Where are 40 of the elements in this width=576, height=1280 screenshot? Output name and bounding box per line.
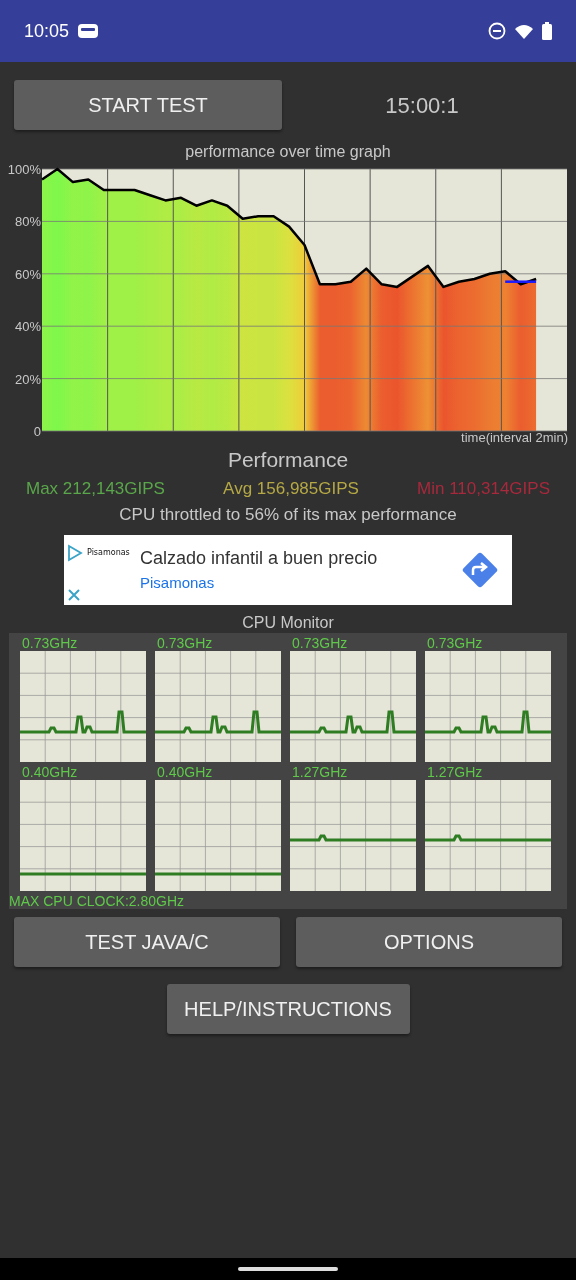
chart-title: performance over time graph	[185, 143, 391, 160]
home-handle[interactable]	[238, 1267, 338, 1271]
performance-title: Performance	[227, 448, 349, 471]
min-score: Min 110,314GIPS	[417, 477, 550, 500]
notification-icon	[77, 22, 100, 40]
y-axis-label: 80%	[14, 214, 41, 230]
app-button[interactable]: TEST JAVA/C	[14, 916, 280, 967]
core-frequency: 1.27GHz	[426, 763, 484, 780]
y-axis-label: 40%	[14, 319, 41, 335]
advertiser-logo: Pisamonas	[87, 546, 130, 559]
core-frequency: 0.73GHz	[156, 634, 214, 651]
y-axis-label: 0	[33, 424, 41, 439]
y-axis-label: 20%	[14, 371, 41, 387]
core-frequency: 0.40GHz	[156, 763, 214, 780]
core-frequency: 0.73GHz	[21, 634, 79, 651]
core-frequency: 0.73GHz	[291, 634, 349, 651]
status-time: 10:05	[24, 19, 70, 43]
average-score: Avg 156,985GIPS	[223, 477, 359, 500]
x-axis-label: time(interval 2min)	[461, 430, 568, 445]
do-not-disturb-icon	[488, 22, 506, 40]
battery-icon	[542, 22, 552, 40]
ad-headline: Calzado infantil a buen precio	[140, 546, 379, 570]
y-axis-label: 100%	[7, 162, 41, 177]
timer-text: 15:00:1	[385, 92, 459, 118]
core-frequency: 0.73GHz	[426, 634, 484, 651]
help-instructions-button[interactable]: HELP/INSTRUCTIONS	[166, 983, 410, 1034]
close-icon[interactable]	[67, 587, 81, 602]
start-test-button[interactable]: START TEST	[14, 80, 282, 130]
max-cpu-clock: MAX CPU CLOCK:2.80GHz	[9, 892, 186, 909]
wifi-icon	[514, 22, 534, 40]
y-axis-label: 60%	[14, 266, 41, 282]
cpu-monitor-title: CPU Monitor	[242, 613, 334, 631]
ad-banner[interactable]: Pisamonas Calzado infantil a buen precio Pisamonas	[64, 534, 512, 605]
max-score: Max 212,143GIPS	[26, 477, 165, 500]
ad-choices-icon[interactable]	[67, 543, 83, 562]
core-frequency: 0.40GHz	[21, 763, 79, 780]
throttle-text: CPU throttled to 56% of its max performance	[119, 505, 457, 524]
core-frequency: 1.27GHz	[291, 763, 349, 780]
advertiser-link[interactable]: Pisamonas	[140, 571, 460, 595]
app-button[interactable]: OPTIONS	[296, 916, 562, 967]
